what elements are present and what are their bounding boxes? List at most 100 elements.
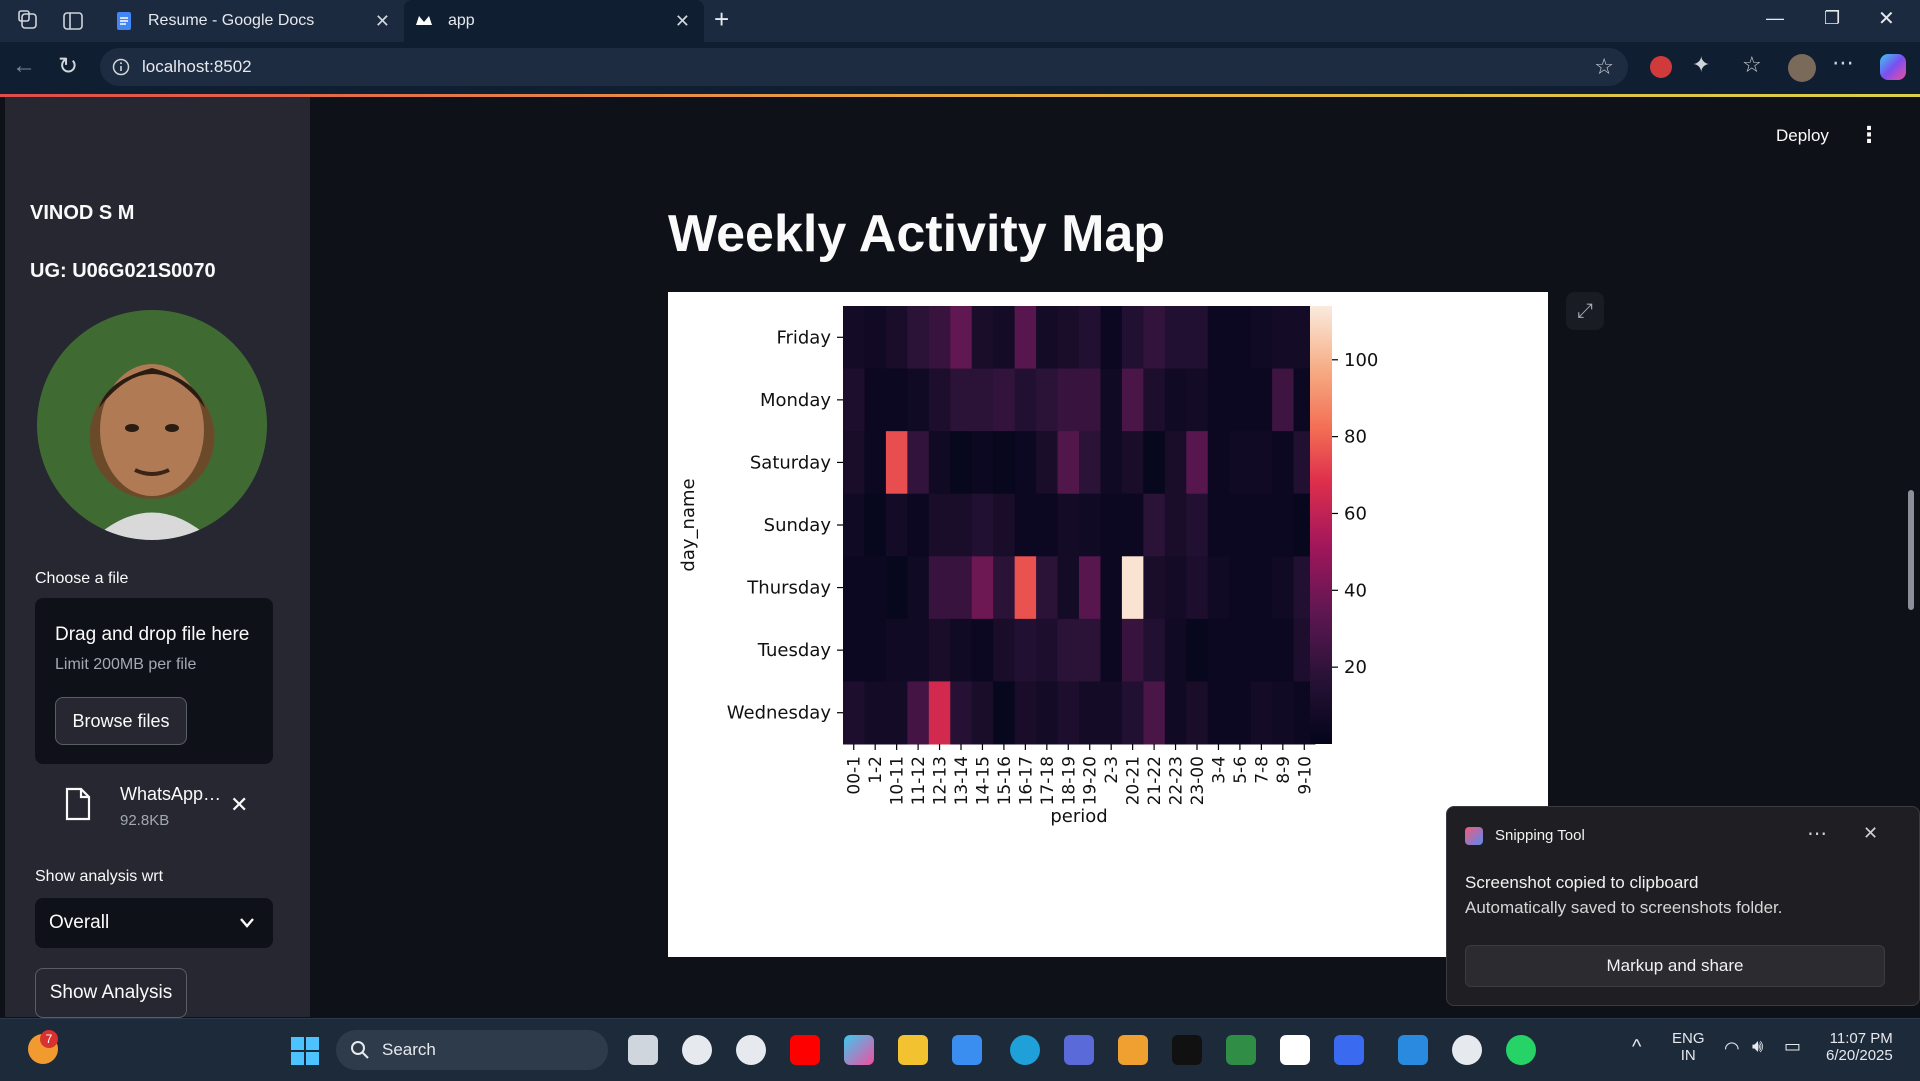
- heatmap-cell: [864, 493, 887, 557]
- tab-actions-icon[interactable]: [62, 10, 84, 32]
- tab-google-docs[interactable]: Resume - Google Docs ✕: [104, 0, 404, 42]
- minimize-icon[interactable]: —: [1766, 8, 1784, 29]
- clock-app-icon[interactable]: [736, 1035, 766, 1065]
- chatgpt-icon[interactable]: [682, 1035, 712, 1065]
- language-top: ENG: [1672, 1030, 1705, 1047]
- heatmap-chart: Friday Monday Saturday Sunday Thursday Tuesda…: [668, 292, 1548, 957]
- whatsapp-icon[interactable]: [1506, 1035, 1536, 1065]
- profile-avatar[interactable]: [1788, 54, 1816, 82]
- close-tab-icon[interactable]: ✕: [675, 11, 690, 32]
- extensions-puzzle-icon[interactable]: ✦: [1692, 52, 1710, 78]
- new-tab-icon[interactable]: +: [714, 4, 729, 35]
- wifi-icon[interactable]: ◠: [1724, 1038, 1740, 1059]
- search-icon: [351, 1041, 369, 1059]
- colorbar: [1310, 306, 1332, 744]
- x-tick-label: 18-19: [1059, 756, 1079, 805]
- favorite-star-icon[interactable]: ☆: [1594, 54, 1614, 80]
- heatmap-cell: [993, 493, 1016, 557]
- favorites-icon[interactable]: ☆: [1742, 52, 1762, 78]
- workspaces-icon[interactable]: [18, 10, 40, 32]
- file-explorer-icon[interactable]: [898, 1035, 928, 1065]
- heatmap-cell: [843, 556, 865, 620]
- heatmap-cell: [993, 556, 1016, 620]
- youtube-icon[interactable]: [790, 1035, 820, 1065]
- back-icon[interactable]: ←: [12, 52, 36, 80]
- github-icon[interactable]: [1452, 1035, 1482, 1065]
- refresh-icon[interactable]: ↻: [58, 52, 78, 81]
- page-scrollbar[interactable]: [1908, 490, 1914, 610]
- android-studio-icon[interactable]: [952, 1035, 982, 1065]
- vscode-icon[interactable]: [1398, 1035, 1428, 1065]
- heatmap-cell: [1057, 618, 1080, 682]
- cursor-app-icon[interactable]: [1172, 1035, 1202, 1065]
- x-tick-label: 14-15: [973, 756, 993, 805]
- tab-title: Resume - Google Docs: [148, 12, 315, 29]
- heatmap-cell: [843, 493, 865, 557]
- volume-icon[interactable]: 🔊︎: [1752, 1036, 1763, 1057]
- heatmap-cell: [1186, 681, 1209, 745]
- extension-icon[interactable]: [1650, 56, 1672, 78]
- tab-app[interactable]: app ✕: [404, 0, 704, 42]
- notification-more-icon[interactable]: ⋯: [1807, 821, 1827, 846]
- heatmap-cell: [1100, 493, 1123, 557]
- heatmap-cell: [971, 368, 994, 432]
- site-info-icon[interactable]: [112, 58, 130, 76]
- heatmap-cell: [1164, 431, 1187, 495]
- heatmap-cell: [1079, 493, 1101, 557]
- remove-file-icon[interactable]: ✕: [230, 792, 248, 818]
- x-tick-label: 2-3: [1102, 756, 1122, 784]
- edge-icon[interactable]: [1010, 1035, 1040, 1065]
- jetbrains-icon[interactable]: [1334, 1035, 1364, 1065]
- taskbar-search[interactable]: Search: [336, 1030, 608, 1070]
- y-tick-label: Monday: [760, 390, 831, 411]
- url-input[interactable]: localhost:8502 ☆: [100, 48, 1628, 86]
- main-menu-icon[interactable]: ⋮: [1858, 122, 1880, 148]
- heatmap-cell: [971, 556, 994, 620]
- heatmap-cell: [1272, 681, 1295, 745]
- analysis-select[interactable]: Overall: [35, 898, 273, 948]
- x-tick-label: 15-16: [995, 756, 1015, 805]
- heatmap-cell: [928, 556, 951, 620]
- heatmap-cell: [1207, 431, 1230, 495]
- x-tick-label: 9-10: [1295, 756, 1315, 795]
- dropzone-limit: Limit 200MB per file: [55, 656, 197, 673]
- windows-start-icon[interactable]: [290, 1036, 320, 1066]
- fullscreen-icon[interactable]: ⤢: [1566, 292, 1604, 330]
- deploy-button[interactable]: Deploy: [1776, 126, 1829, 146]
- restore-icon[interactable]: ❐: [1824, 8, 1840, 29]
- heatmap-cell: [907, 556, 930, 620]
- more-options-icon[interactable]: ⋯: [1832, 50, 1854, 76]
- task-view-icon[interactable]: [628, 1035, 658, 1065]
- heatmap-cell: [1164, 306, 1187, 370]
- deepseek-icon[interactable]: [1064, 1035, 1094, 1065]
- notion-icon[interactable]: [1280, 1035, 1310, 1065]
- geeksforgeeks-icon[interactable]: [1226, 1035, 1256, 1065]
- browse-files-button[interactable]: Browse files: [55, 697, 187, 745]
- y-tick-label: Tuesday: [757, 640, 832, 661]
- x-tick-label: 22-23: [1167, 756, 1187, 805]
- close-window-icon[interactable]: ✕: [1878, 6, 1895, 31]
- notification-close-icon[interactable]: ✕: [1863, 823, 1878, 844]
- copilot-icon[interactable]: [1880, 54, 1906, 80]
- close-tab-icon[interactable]: ✕: [375, 11, 390, 32]
- heatmap-cell: [1079, 431, 1101, 495]
- language-indicator[interactable]: ENG IN: [1672, 1030, 1705, 1064]
- markup-and-share-button[interactable]: Markup and share: [1465, 945, 1885, 987]
- heatmap-cell: [864, 306, 887, 370]
- heatmap-cell: [1207, 556, 1230, 620]
- show-analysis-button[interactable]: Show Analysis: [35, 968, 187, 1018]
- heatmap-cell: [1014, 368, 1037, 432]
- battery-icon[interactable]: ▭: [1784, 1036, 1801, 1057]
- system-clock[interactable]: 11:07 PM 6/20/2025: [1826, 1030, 1893, 1064]
- page-title: Weekly Activity Map: [668, 205, 1166, 263]
- heatmap-cell: [1100, 681, 1123, 745]
- sublime-icon[interactable]: [1118, 1035, 1148, 1065]
- notification-title: Screenshot copied to clipboard: [1465, 873, 1699, 892]
- copilot-app-icon[interactable]: [844, 1035, 874, 1065]
- show-hidden-icons-icon[interactable]: ^: [1632, 1036, 1641, 1059]
- heatmap-cell: [1100, 306, 1123, 370]
- heatmap-cell: [971, 618, 994, 682]
- heatmap-cell: [885, 493, 908, 557]
- heatmap-cell: [1272, 306, 1295, 370]
- heatmap-cell: [950, 556, 973, 620]
